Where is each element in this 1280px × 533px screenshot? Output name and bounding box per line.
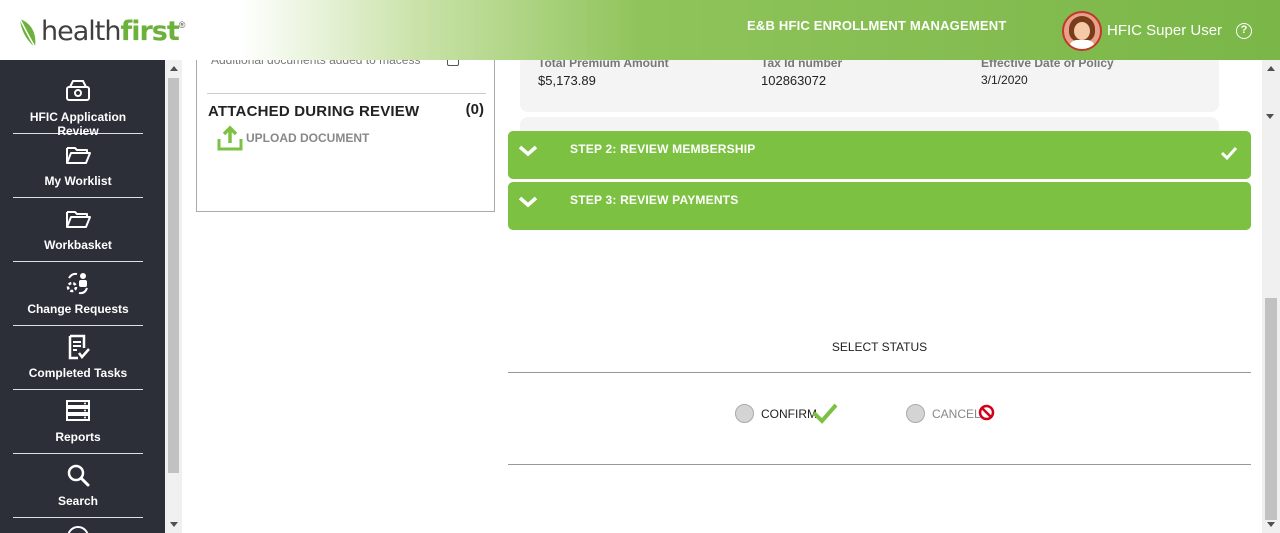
upload-document-button[interactable]: UPLOAD DOCUMENT (246, 131, 369, 145)
upload-icon[interactable] (217, 125, 243, 151)
total-premium-field: Total Premium Amount $5,173.89 (538, 56, 669, 88)
folder-open-icon (66, 147, 91, 164)
logo-registered-mark: ® (178, 20, 186, 30)
sidebar-scrollbar[interactable] (165, 60, 182, 533)
sidebar-item-label: Reports (55, 430, 101, 444)
chevron-down-icon[interactable] (516, 194, 540, 210)
next-card-edge (520, 117, 1219, 131)
cancel-label[interactable]: CANCEL (932, 407, 981, 421)
help-icon[interactable]: ? (1236, 23, 1252, 39)
prohibited-icon (978, 404, 995, 421)
healthfirst-logo-overlay[interactable]: healthfirst ® (17, 14, 185, 50)
chevron-down-icon[interactable] (516, 143, 540, 159)
reports-icon (66, 400, 90, 421)
divider (508, 464, 1251, 465)
app-header-overlay: healthfirst ® E&B HFIC ENROLLMENT MANAGE… (0, 0, 1280, 60)
folder-open-icon (66, 211, 91, 228)
tax-id-field: Tax Id number 102863072 (761, 56, 842, 88)
sidebar-item-reports[interactable]: Reports (13, 390, 143, 454)
confirm-radio[interactable] (735, 404, 754, 423)
sidebar-item-label: Search (57, 494, 99, 508)
select-status-heading: SELECT STATUS (831, 340, 928, 354)
sidebar-item-label: Workbasket (44, 238, 112, 252)
sidebar-item-label: Completed Tasks (28, 366, 128, 380)
sidebar-item-label: Change Requests (27, 302, 129, 316)
inner-scroll-down-arrow-icon[interactable] (1266, 114, 1274, 119)
scroll-down-arrow-icon[interactable] (170, 522, 178, 527)
inbox-icon (66, 80, 90, 101)
step-title: STEP 2: REVIEW MEMBERSHIP (570, 142, 756, 156)
app-title: E&B HFIC ENROLLMENT MANAGEMENT (747, 18, 1007, 33)
sidebar-item-completed-tasks[interactable]: Completed Tasks (13, 326, 143, 390)
change-requests-icon (66, 272, 88, 295)
sidebar-item-my-worklist[interactable]: My Worklist (13, 134, 143, 198)
sidebar-nav: HFIC Application Review My Worklist Work… (0, 60, 165, 533)
step-review-payments[interactable]: STEP 3: REVIEW PAYMENTS (508, 182, 1251, 230)
step-title: STEP 3: REVIEW PAYMENTS (570, 193, 739, 207)
tax-id-value: 102863072 (761, 73, 827, 88)
sidebar-item-hfic-application-review[interactable]: HFIC Application Review (13, 70, 143, 138)
documents-panel: Additional documents added to macess ATT… (196, 40, 495, 212)
divider (508, 372, 1251, 373)
scroll-up-arrow-icon[interactable] (170, 66, 178, 71)
attached-during-review-heading: ATTACHED DURING REVIEW (208, 103, 420, 120)
search-icon (67, 464, 90, 487)
sidebar-next-icon (67, 526, 89, 533)
cancel-radio[interactable] (906, 404, 925, 423)
effective-date-value: 3/1/2020 (981, 73, 1028, 87)
logo-bold: first (120, 16, 179, 47)
scroll-up-arrow-icon[interactable] (1267, 66, 1275, 71)
sidebar-item-search[interactable]: Search (13, 454, 143, 518)
sidebar-item-label: My Worklist (44, 174, 112, 188)
user-name[interactable]: HFIC Super User (1107, 22, 1222, 39)
logo-prefix: health (41, 16, 121, 47)
divider (207, 93, 486, 94)
main-scrollbar[interactable] (1262, 60, 1280, 533)
completed-tasks-icon (68, 334, 90, 360)
logo-text: healthfirst (41, 15, 180, 49)
scrollbar-thumb[interactable] (168, 78, 179, 473)
step-review-membership[interactable]: STEP 2: REVIEW MEMBERSHIP (508, 131, 1251, 179)
confirm-label[interactable]: CONFIRM (761, 407, 817, 421)
confirm-check-icon (812, 403, 838, 424)
scroll-down-arrow-icon[interactable] (1267, 522, 1275, 527)
attached-count: (0) (465, 101, 484, 118)
user-avatar[interactable] (1062, 11, 1102, 51)
total-premium-value: $5,173.89 (538, 73, 596, 88)
effective-date-field: Effective Date of Policy 3/1/2020 (981, 56, 1114, 87)
scrollbar-thumb[interactable] (1265, 298, 1277, 520)
sidebar-item-change-requests[interactable]: Change Requests (13, 262, 143, 326)
sidebar-item-workbasket[interactable]: Workbasket (13, 198, 143, 262)
check-icon (1220, 146, 1238, 161)
leaf-icon (19, 18, 36, 48)
